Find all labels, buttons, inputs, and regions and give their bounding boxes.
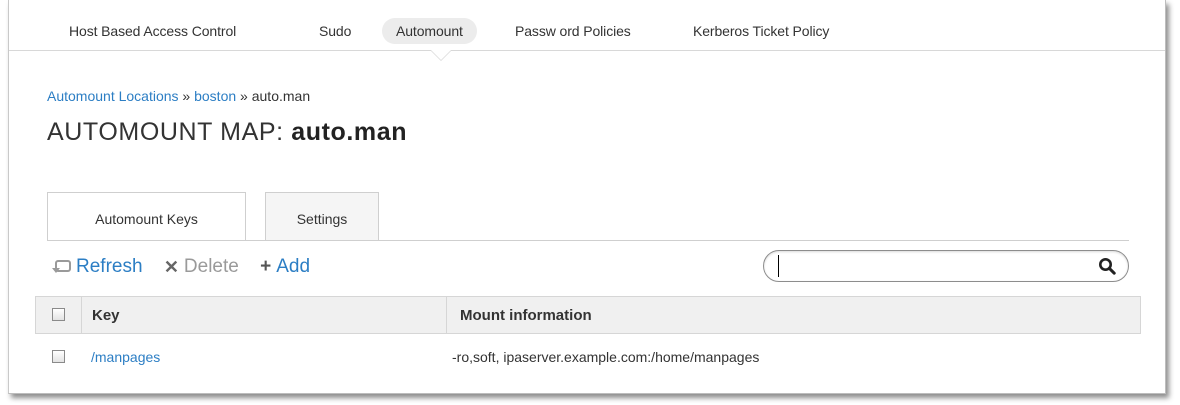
table-row-mount-info: -ro,soft, ipaserver.example.com:/home/ma… bbox=[452, 349, 760, 365]
column-header-key[interactable]: Key bbox=[92, 297, 120, 333]
select-all-checkbox[interactable] bbox=[52, 308, 65, 321]
refresh-icon bbox=[52, 260, 71, 273]
add-label: Add bbox=[276, 256, 311, 277]
delete-button[interactable]: ✕ Delete bbox=[164, 256, 239, 278]
nav-item-password-policies[interactable]: Passw ord Policies bbox=[501, 18, 645, 44]
add-button[interactable]: + Add bbox=[260, 256, 310, 278]
nav-item-sudo[interactable]: Sudo bbox=[305, 18, 365, 44]
table-row-key-link[interactable]: /manpages bbox=[91, 349, 160, 365]
delete-label: Delete bbox=[183, 256, 239, 277]
page-title: AUTOMOUNT MAP: auto.man bbox=[47, 118, 407, 147]
nav-item-automount[interactable]: Automount bbox=[382, 18, 477, 44]
breadcrumb-separator: » bbox=[182, 88, 191, 104]
app-frame: Host Based Access Control Sudo Automount… bbox=[8, 0, 1166, 394]
search-input[interactable] bbox=[778, 255, 1079, 277]
breadcrumb-boston[interactable]: boston bbox=[194, 88, 236, 104]
breadcrumb: Automount Locations » boston » auto.man bbox=[47, 88, 310, 104]
action-bar: Refresh ✕ Delete + Add bbox=[52, 256, 326, 282]
nav-item-hbac[interactable]: Host Based Access Control bbox=[55, 18, 250, 44]
plus-icon: + bbox=[260, 256, 272, 277]
column-divider bbox=[446, 297, 447, 333]
x-icon: ✕ bbox=[163, 256, 179, 277]
top-navigation: Host Based Access Control Sudo Automount… bbox=[9, 0, 1165, 61]
search-box bbox=[763, 250, 1129, 282]
magnifier-icon[interactable] bbox=[1098, 257, 1116, 275]
refresh-label: Refresh bbox=[76, 256, 143, 277]
refresh-button[interactable]: Refresh bbox=[52, 256, 143, 278]
row-checkbox[interactable] bbox=[52, 350, 65, 363]
nav-divider bbox=[9, 50, 1165, 51]
page-title-name: auto.man bbox=[291, 118, 408, 146]
column-divider bbox=[81, 297, 82, 333]
breadcrumb-separator: » bbox=[240, 88, 248, 104]
nav-item-kerberos-ticket-policy[interactable]: Kerberos Ticket Policy bbox=[679, 18, 843, 44]
breadcrumb-automount-locations[interactable]: Automount Locations bbox=[47, 88, 179, 104]
tab-settings[interactable]: Settings bbox=[265, 192, 379, 240]
breadcrumb-current: auto.man bbox=[251, 88, 311, 104]
table-header: Key Mount information bbox=[35, 296, 1141, 334]
tabs-divider bbox=[47, 240, 1129, 241]
page-title-prefix: AUTOMOUNT MAP: bbox=[47, 118, 284, 146]
active-nav-pointer-inner bbox=[431, 50, 451, 60]
tab-automount-keys[interactable]: Automount Keys bbox=[47, 192, 246, 241]
column-header-mount-information[interactable]: Mount information bbox=[460, 297, 592, 333]
